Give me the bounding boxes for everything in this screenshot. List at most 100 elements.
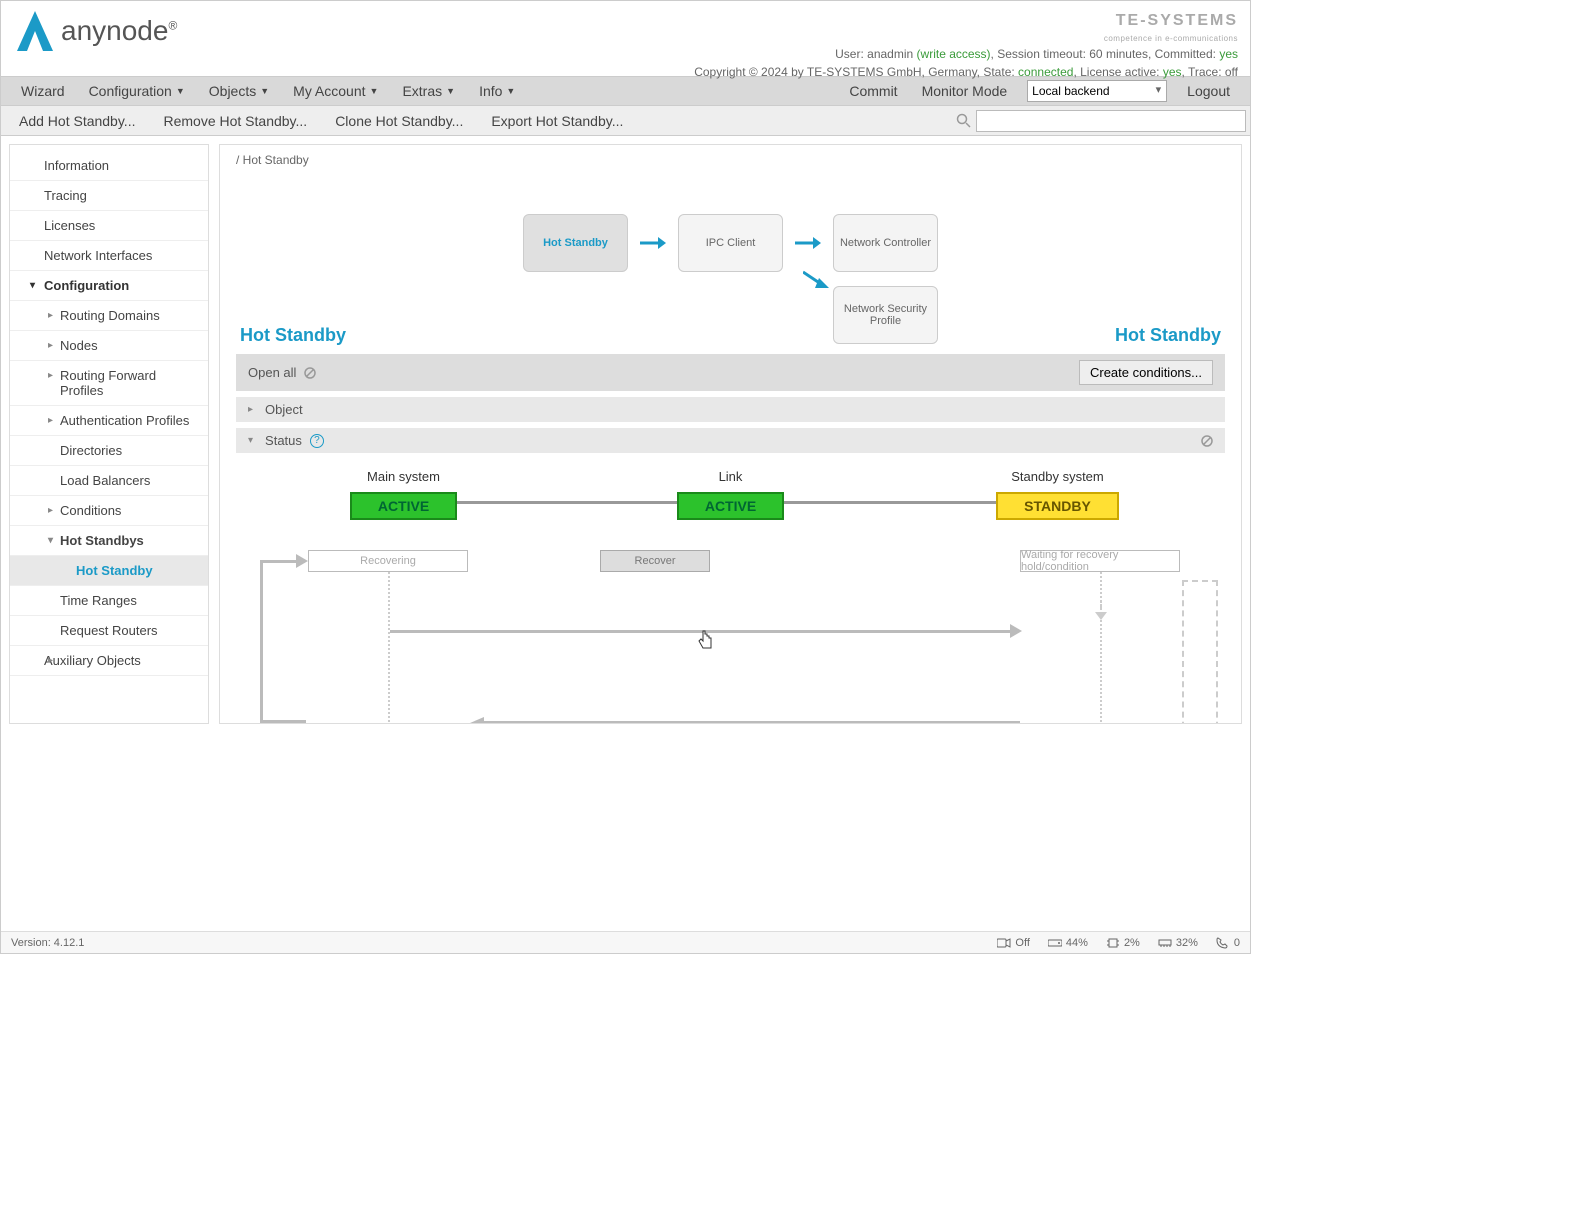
nav-configuration[interactable]: Configuration [10,271,208,301]
status-main-badge: ACTIVE [350,492,457,520]
arrow-right-icon [640,236,666,250]
diagram-ipc-client[interactable]: IPC Client [678,214,783,272]
top-diagram: Hot Standby IPC Client Network Controlle… [220,175,1241,325]
menu-myaccount[interactable]: My Account▼ [281,83,390,99]
chevron-right-icon: ▸ [248,404,253,415]
prohibit-icon [1201,435,1213,447]
footer-memory: 32% [1158,937,1198,949]
nav-directories[interactable]: Directories [10,436,208,466]
open-all-button[interactable]: Open all [248,365,296,380]
status-main-label: Main system [240,469,567,484]
menu-info[interactable]: Info▼ [467,83,527,99]
status-standby-label: Standby system [894,469,1221,484]
diagram-network-controller[interactable]: Network Controller [833,214,938,272]
arrow-down-icon [1094,600,1108,622]
version-label: Version: 4.12.1 [11,937,84,949]
footer: Version: 4.12.1 Off 44% 2% 32% 0 [1,931,1250,953]
prohibit-icon [304,367,316,379]
menu-objects[interactable]: Objects▼ [197,83,281,99]
cpu-icon [1106,937,1120,949]
footer-disk: 44% [1048,937,1088,949]
nav-routing-domains[interactable]: Routing Domains [10,301,208,331]
create-conditions-button[interactable]: Create conditions... [1079,360,1213,385]
status-link-col: Link ACTIVE [567,469,894,520]
nav-conditions[interactable]: Conditions [10,496,208,526]
brand-sub: competence in e-communications [694,33,1238,45]
panel-object[interactable]: ▸ Object [236,397,1225,422]
flow-recovering: Recovering [308,550,468,572]
menu-extras[interactable]: Extras▼ [390,83,467,99]
product-name: anynode® [61,15,177,47]
chevron-down-icon: ▼ [260,86,269,96]
backend-select[interactable]: Local backend [1027,80,1167,102]
panel-object-label: Object [265,402,303,417]
search-input[interactable] [976,110,1246,132]
memory-icon [1158,937,1172,949]
status-standby-col: Standby system STANDBY [894,469,1221,520]
nav-information[interactable]: Information [10,151,208,181]
nav-routing-forward[interactable]: Routing Forward Profiles [10,361,208,406]
recover-button[interactable]: Recover [600,550,710,572]
menu-commit[interactable]: Commit [837,83,909,99]
add-hotstandby-button[interactable]: Add Hot Standby... [5,113,149,129]
panel-status-label: Status [265,433,302,448]
title-row: Hot Standby Hot Standby [220,325,1241,346]
menu-wizard[interactable]: Wizard [9,83,77,99]
phone-icon [1216,937,1230,949]
nav-request-routers[interactable]: Request Routers [10,616,208,646]
status-main-col: Main system ACTIVE [240,469,567,520]
logo-area: anynode® [13,9,177,76]
search-icon [956,113,972,129]
chevron-down-icon: ▼ [506,86,515,96]
cursor-pointer-icon [698,630,714,650]
content-panel: / Hot Standby Hot Standby IPC Client Net… [219,144,1242,724]
nav-auxiliary[interactable]: Auxiliary Objects [10,646,208,676]
chevron-down-icon: ▼ [176,86,185,96]
menu-configuration[interactable]: Configuration▼ [77,83,197,99]
diagram-hot-standby[interactable]: Hot Standby [523,214,628,272]
status-body: Main system ACTIVE Link ACTIVE Standby s… [220,453,1241,723]
page-title-right: Hot Standby [1115,325,1221,346]
page-title-left: Hot Standby [240,325,346,346]
nav-time-ranges[interactable]: Time Ranges [10,586,208,616]
arrow-diagonal-icon [803,270,831,290]
remove-hotstandby-button[interactable]: Remove Hot Standby... [149,113,321,129]
brand-logo: TE-SYSTEMS [694,9,1238,33]
logo-icon [13,9,57,59]
nav-hot-standby[interactable]: Hot Standby [10,556,208,586]
arrow-right-icon [1010,624,1022,638]
toolbar: Add Hot Standby... Remove Hot Standby...… [1,106,1250,136]
chevron-down-icon: ▼ [370,86,379,96]
content-scroll[interactable]: / Hot Standby Hot Standby IPC Client Net… [220,145,1241,723]
menu-monitor[interactable]: Monitor Mode [910,83,1020,99]
export-hotstandby-button[interactable]: Export Hot Standby... [477,113,637,129]
footer-recording: Off [997,937,1029,949]
help-icon[interactable]: ? [310,434,324,448]
nav-licenses[interactable]: Licenses [10,211,208,241]
nav-load-balancers[interactable]: Load Balancers [10,466,208,496]
chevron-down-icon: ▾ [248,435,253,446]
open-all-bar: Open all Create conditions... [236,354,1225,391]
breadcrumb: / Hot Standby [220,145,1241,175]
flow-waiting-recovery-standby: Waiting for recovery hold/condition [1020,550,1180,572]
nav-tracing[interactable]: Tracing [10,181,208,211]
diagram-network-security[interactable]: Network Security Profile [833,286,938,344]
arrow-right-icon [296,554,308,568]
copyright-info: Copyright © 2024 by TE-SYSTEMS GmbH, Ger… [694,63,1238,81]
nav-hot-standbys[interactable]: Hot Standbys [10,526,208,556]
main-area: Information Tracing Licenses Network Int… [1,136,1250,732]
panel-status[interactable]: ▾ Status ? [236,428,1225,453]
status-link-label: Link [567,469,894,484]
menu-logout[interactable]: Logout [1175,83,1242,99]
footer-calls: 0 [1216,937,1240,949]
arrow-right-icon [795,236,821,250]
header-info: TE-SYSTEMS competence in e-communication… [694,9,1238,76]
nav-nodes[interactable]: Nodes [10,331,208,361]
header: anynode® TE-SYSTEMS competence in e-comm… [1,1,1250,76]
recording-icon [997,937,1011,949]
nav-network[interactable]: Network Interfaces [10,241,208,271]
session-info: User: anadmin (write access), Session ti… [694,45,1238,63]
flowchart: Waiting for condition Main system is act… [250,550,1211,723]
clone-hotstandby-button[interactable]: Clone Hot Standby... [321,113,477,129]
nav-auth-profiles[interactable]: Authentication Profiles [10,406,208,436]
